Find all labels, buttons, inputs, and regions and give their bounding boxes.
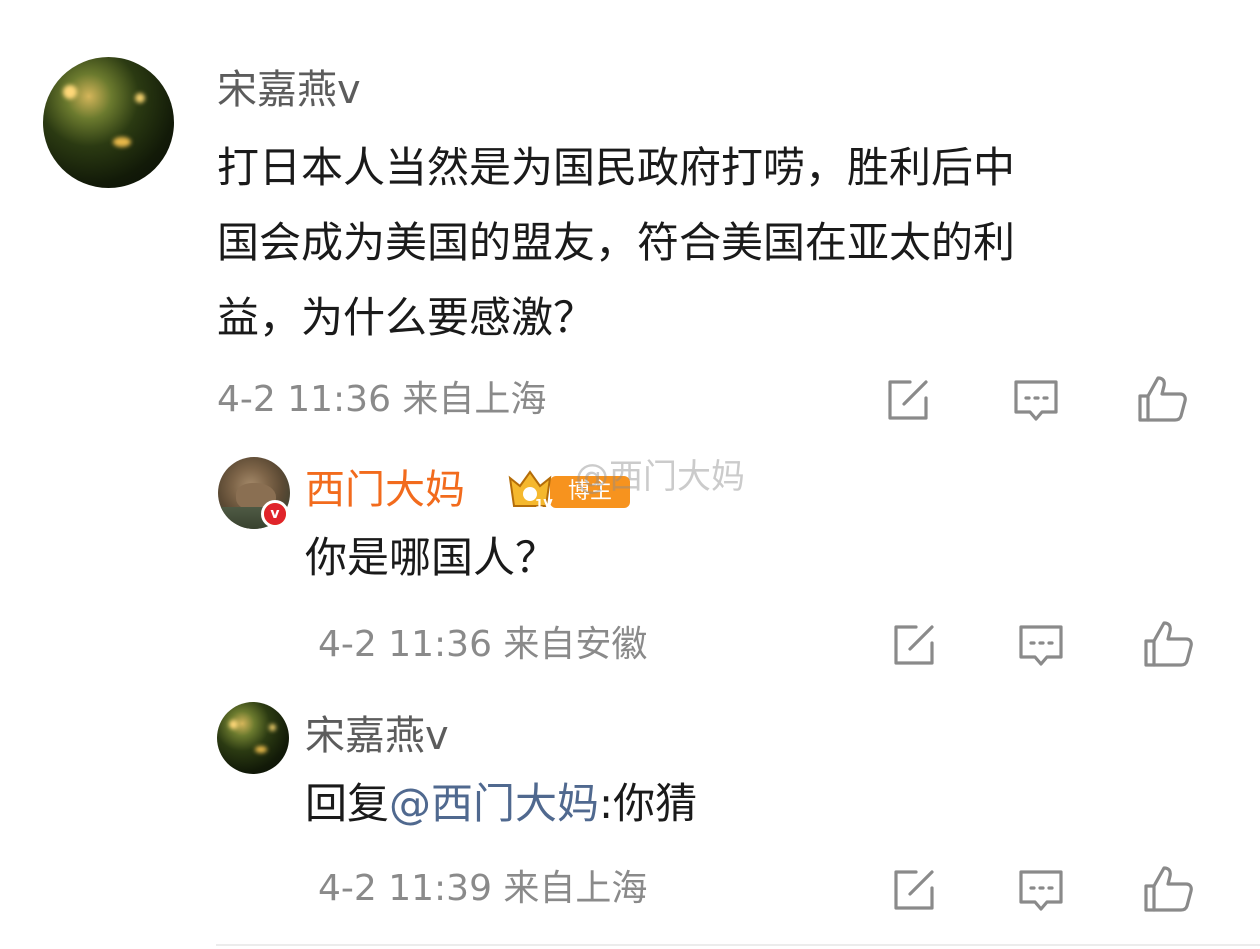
main-comment-line-3: 益，为什么要感激？ xyxy=(217,293,596,342)
reply-1-comment-icon[interactable] xyxy=(1013,617,1069,673)
divider xyxy=(216,944,1260,946)
reply-2-meta: 4-2 11:39 来自上海 xyxy=(318,868,648,909)
main-comment-meta: 4-2 11:36 来自上海 xyxy=(217,379,547,420)
reply-prefix: 回复 xyxy=(305,779,390,828)
reply-1-share-edit-icon[interactable] xyxy=(886,617,942,673)
reply-1-username[interactable]: 西门大妈 xyxy=(305,466,465,514)
reply-2-username[interactable]: 宋嘉燕v xyxy=(305,712,449,760)
main-comment-line-1: 打日本人当然是为国民政府打唠，胜利后中 xyxy=(217,143,1016,192)
like-icon[interactable] xyxy=(1134,372,1190,428)
reply-1-like-icon[interactable] xyxy=(1140,617,1196,673)
reply-1-content: 你是哪国人？ xyxy=(305,533,558,582)
reply-text: :你猜 xyxy=(599,779,698,828)
reply-2-comment-icon[interactable] xyxy=(1013,862,1069,918)
svg-text:1V: 1V xyxy=(535,497,553,511)
reply-1-meta: 4-2 11:36 来自安徽 xyxy=(318,624,648,665)
main-comment-line-2: 国会成为美国的盟友，符合美国在亚太的利 xyxy=(217,218,1016,267)
verified-badge: v xyxy=(261,500,289,528)
reply-2-avatar[interactable] xyxy=(217,702,289,774)
comment-icon[interactable] xyxy=(1008,372,1064,428)
reply-2-share-edit-icon[interactable] xyxy=(886,862,942,918)
reply-2-like-icon[interactable] xyxy=(1140,862,1196,918)
main-comment-username[interactable]: 宋嘉燕v xyxy=(217,66,361,114)
main-comment-avatar[interactable] xyxy=(43,57,174,188)
mention-link[interactable]: @西门大妈 xyxy=(389,779,599,828)
share-edit-icon[interactable] xyxy=(880,372,936,428)
watermark: @西门大妈 xyxy=(575,457,745,497)
reply-2-content: 回复@西门大妈:你猜 xyxy=(305,766,697,841)
